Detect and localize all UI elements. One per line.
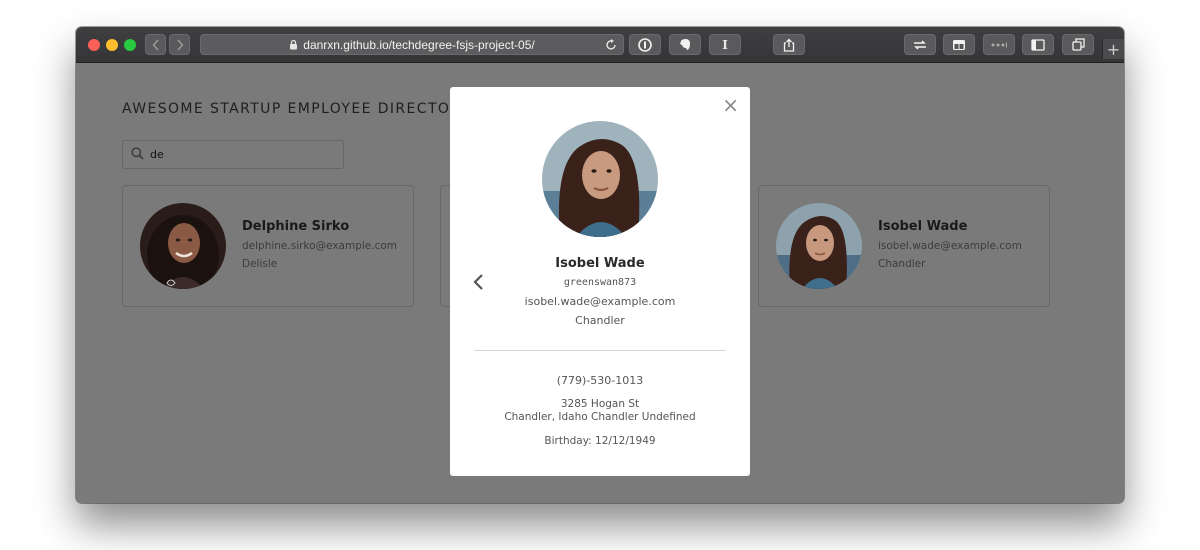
share-icon <box>783 38 795 52</box>
password-manager-icon <box>638 37 652 52</box>
employee-card[interactable]: Isobel Wade isobel.wade@example.com Chan… <box>758 185 1050 307</box>
sidebar-toggle-button[interactable] <box>1022 34 1054 55</box>
tabs-overview-icon <box>1071 38 1085 51</box>
back-button[interactable] <box>145 34 166 55</box>
modal-username: greenswan873 <box>563 277 637 288</box>
employee-card[interactable]: Delphine Sirko delphine.sirko@example.co… <box>122 185 414 307</box>
chevron-left-icon <box>151 38 159 51</box>
modal-region: Chandler, Idaho Chandler Undefined <box>504 411 696 423</box>
reload-icon[interactable] <box>605 38 617 51</box>
card-email: delphine.sirko@example.com <box>242 240 398 252</box>
new-tab-button[interactable]: + <box>1102 39 1124 59</box>
zoom-window-button[interactable] <box>124 39 136 51</box>
password-manager-button[interactable] <box>629 34 661 55</box>
more-extensions-button[interactable] <box>983 34 1015 55</box>
chevron-right-icon <box>176 38 184 51</box>
card-city: Chandler <box>878 258 926 270</box>
card-info: Isobel Wade isobel.wade@example.com Chan… <box>878 219 1022 270</box>
modal-name: Isobel Wade <box>555 256 645 271</box>
window-icon <box>953 39 965 50</box>
card-name: Delphine Sirko <box>242 219 350 234</box>
more-dots-icon <box>991 42 1007 47</box>
modal-close-button[interactable]: × <box>722 95 739 115</box>
card-info: Delphine Sirko delphine.sirko@example.co… <box>242 219 397 270</box>
share-button[interactable] <box>773 34 805 55</box>
modal-city: Chandler <box>575 314 625 327</box>
address-bar-url: danrxn.github.io/techdegree-fsjs-project… <box>303 37 535 52</box>
elephant-icon <box>680 39 690 50</box>
modal-street: 3285 Hogan St <box>560 398 640 410</box>
search-input[interactable] <box>150 148 320 161</box>
browser-window: danrxn.github.io/techdegree-fsjs-project… <box>76 27 1124 503</box>
modal-divider <box>474 350 726 351</box>
page-content: AWESOME STARTUP EMPLOYEE DIRECTORY de De… <box>76 63 1124 503</box>
forward-button[interactable] <box>169 34 190 55</box>
modal-email: isobel.wade@example.com <box>524 295 676 308</box>
search-box[interactable] <box>122 140 344 169</box>
sidebar-icon <box>1031 38 1045 51</box>
tab-overview-button[interactable] <box>1062 34 1094 55</box>
card-name: Isobel Wade <box>878 219 968 234</box>
sync-extension-button[interactable] <box>904 34 936 55</box>
search-icon <box>131 145 144 164</box>
close-window-button[interactable] <box>88 39 100 51</box>
minimize-window-button[interactable] <box>106 39 118 51</box>
modal-avatar <box>542 121 658 237</box>
avatar <box>140 203 226 289</box>
modal-phone: (779)-530-1013 <box>556 374 644 387</box>
reader-extension-button[interactable] <box>943 34 975 55</box>
lock-icon <box>289 39 298 50</box>
page-title: AWESOME STARTUP EMPLOYEE DIRECTORY <box>122 101 471 117</box>
arrows-icon <box>914 39 926 50</box>
card-city: Delisle <box>242 258 278 270</box>
modal-birthday: Birthday: 12/12/1949 <box>544 435 656 447</box>
employee-modal: × Isobel Wade greenswan873 isobel.wade@e… <box>450 87 750 476</box>
avatar <box>776 203 862 289</box>
browser-toolbar: danrxn.github.io/techdegree-fsjs-project… <box>76 27 1124 63</box>
evernote-button[interactable] <box>669 34 701 55</box>
text-extension-button[interactable]: I <box>709 34 741 55</box>
card-email: isobel.wade@example.com <box>878 240 1022 252</box>
address-bar[interactable]: danrxn.github.io/techdegree-fsjs-project… <box>200 34 624 55</box>
